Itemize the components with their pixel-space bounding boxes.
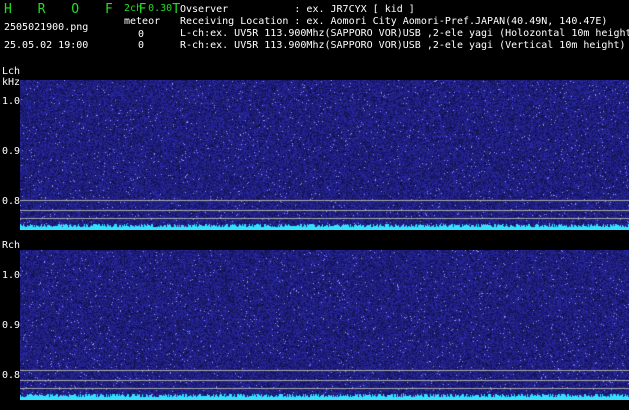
khz-unit-label: kHz bbox=[2, 77, 21, 88]
lch-spectrogram bbox=[20, 80, 629, 230]
frequency-tick-label: 0.9 bbox=[2, 146, 21, 157]
observer-info: Ovserver : ex. JR7CYX [ kid ] bbox=[180, 4, 415, 15]
datetime-label: 25.05.02 19:00 bbox=[4, 40, 89, 51]
file-name: 2505021900.png bbox=[4, 22, 89, 33]
rch-axis-label: Rch bbox=[2, 240, 21, 251]
mode-label: 2ch 0.30 bbox=[124, 3, 173, 14]
rch-info: R-ch:ex. UV5R 113.900Mhz(SAPPORO VOR)USB… bbox=[180, 40, 626, 51]
lch-info: L-ch:ex. UV5R 113.900Mhz(SAPPORO VOR)USB… bbox=[180, 28, 629, 39]
frequency-tick-label: 1.0 bbox=[2, 96, 21, 107]
lch-axis-label: Lch bbox=[2, 66, 21, 77]
frequency-tick-label: 0.9 bbox=[2, 320, 21, 331]
location-info: Receiving Location : ex. Aomori City Aom… bbox=[180, 16, 608, 27]
frequency-tick-label: 1.0 bbox=[2, 270, 21, 281]
meteor-label: meteor bbox=[124, 16, 161, 27]
lch-meteor-count: 0 bbox=[138, 29, 145, 40]
rch-spectrogram bbox=[20, 250, 629, 400]
frequency-tick-label: 0.8 bbox=[2, 370, 21, 381]
rch-meteor-count: 0 bbox=[138, 40, 145, 51]
frequency-tick-label: 0.8 bbox=[2, 196, 21, 207]
